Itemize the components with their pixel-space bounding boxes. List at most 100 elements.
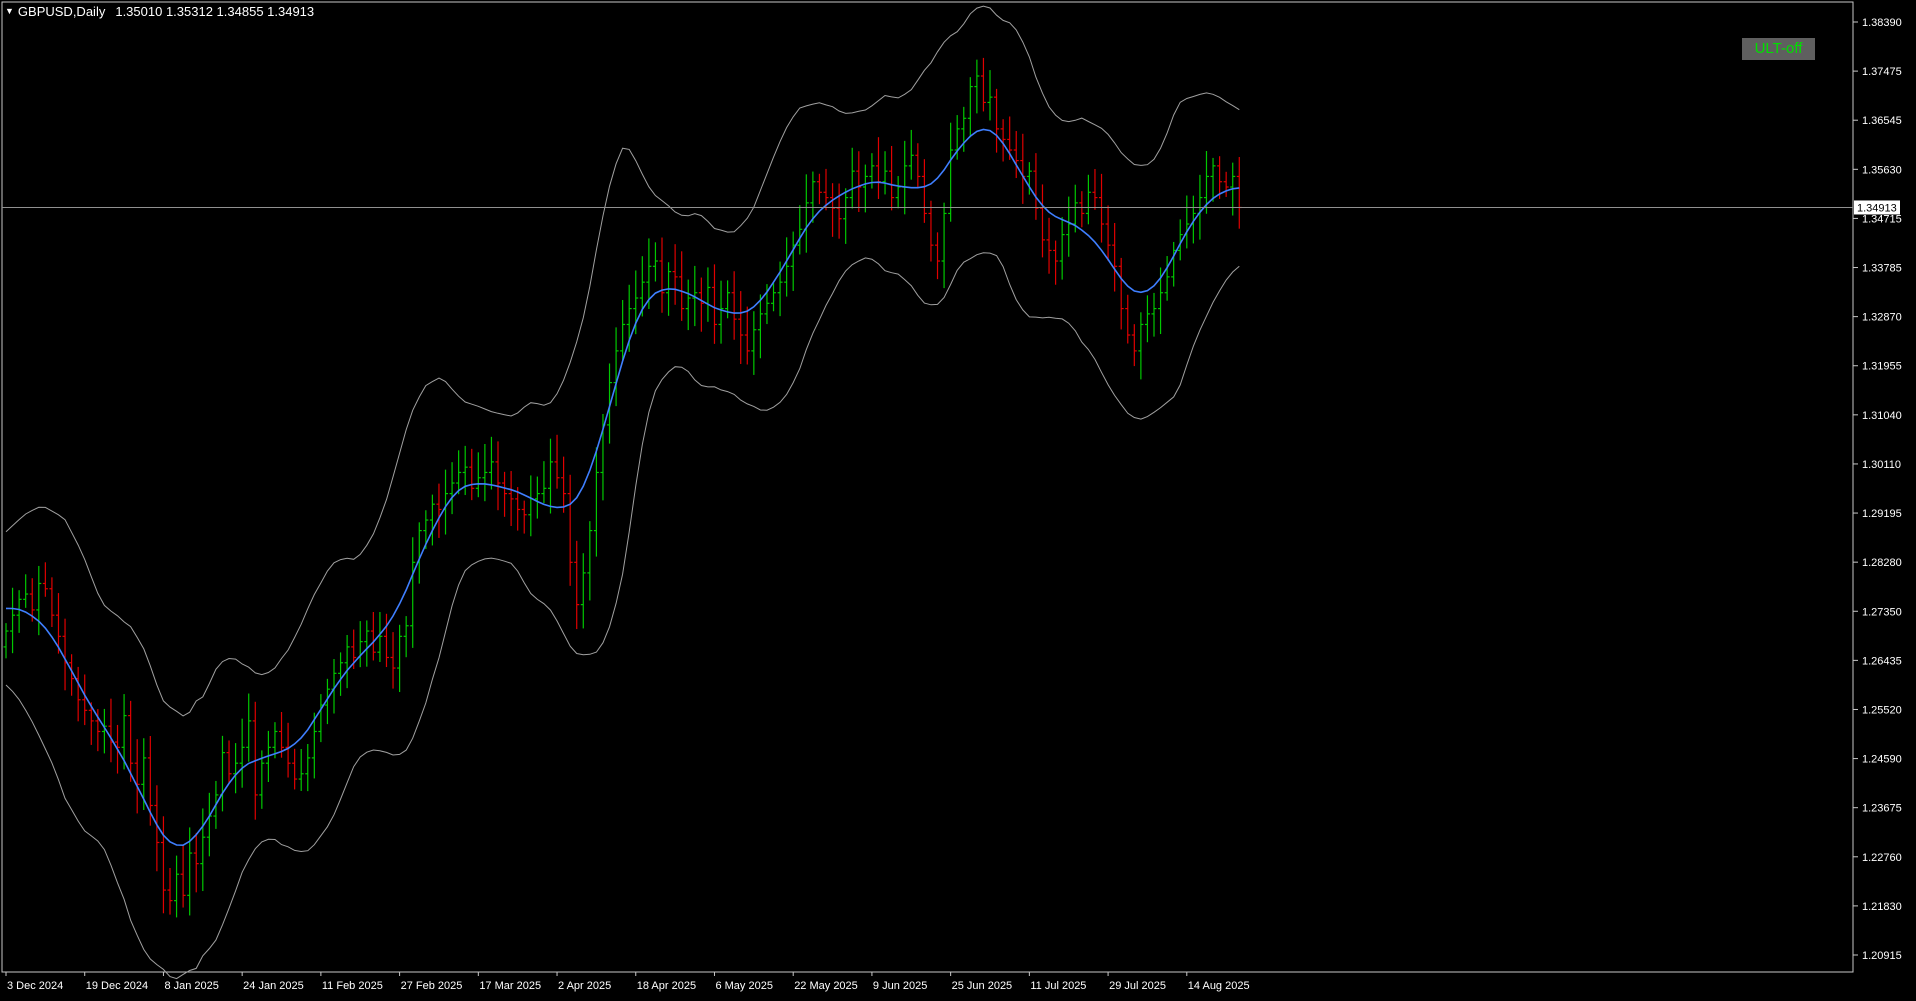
- ohlc-bar: [160, 816, 166, 914]
- ohlc-bar: [364, 620, 370, 667]
- ohlc-bar: [469, 448, 475, 501]
- ohlc-bar: [679, 251, 685, 321]
- ohlc-bar: [1131, 324, 1137, 367]
- ohlc-bar: [42, 562, 48, 597]
- ohlc-bar: [1039, 184, 1045, 258]
- ult-toggle-button[interactable]: ULT-off: [1742, 38, 1815, 60]
- ohlc-bar: [1112, 222, 1118, 292]
- x-tick-label: 17 Mar 2025: [479, 980, 541, 992]
- ohlc-bar: [233, 743, 239, 794]
- ohlc-bar: [843, 188, 849, 244]
- y-tick-label: 1.26435: [1862, 655, 1902, 667]
- ohlc-bar: [705, 267, 711, 322]
- ohlc-bar: [1105, 205, 1111, 261]
- x-tick-label: 29 Jul 2025: [1109, 980, 1166, 992]
- ohlc-bar: [587, 521, 593, 601]
- y-tick-label: 1.34715: [1862, 213, 1902, 225]
- midline: [5, 128, 1240, 847]
- ohlc-bar: [1184, 195, 1190, 249]
- y-tick-label: 1.33785: [1862, 263, 1902, 275]
- ohlc-bar: [23, 574, 29, 608]
- ohlc-bar: [895, 176, 901, 209]
- ohlc-bar: [1092, 169, 1098, 210]
- ohlc-bar: [1046, 217, 1052, 274]
- x-tick-label: 25 Jun 2025: [952, 980, 1013, 992]
- ohlc-bar: [3, 623, 9, 659]
- ohlc-bar: [1164, 256, 1170, 301]
- ohlc-bar: [344, 635, 350, 689]
- ohlc-bar: [174, 855, 180, 918]
- ohlc-bar: [771, 283, 777, 312]
- ohlc-bar: [410, 537, 416, 648]
- ohlc-bar: [856, 151, 862, 213]
- ohlc-bar: [1013, 131, 1019, 179]
- ohlc-bar: [797, 205, 803, 255]
- ohlc-bar: [456, 450, 462, 495]
- ohlc-bar: [357, 621, 363, 668]
- ohlc-bar: [292, 748, 298, 790]
- ohlc-bar: [528, 475, 534, 537]
- x-tick-label: 24 Jan 2025: [243, 980, 304, 992]
- ohlc-bar: [541, 461, 547, 504]
- ohlc-bar: [397, 624, 403, 693]
- ohlc-bar: [921, 159, 927, 223]
- y-tick-label: 1.36545: [1862, 115, 1902, 127]
- ohlc-bar: [285, 722, 291, 778]
- x-tick-label: 11 Feb 2025: [322, 980, 383, 992]
- current-price-label: 1.34913: [1857, 202, 1897, 214]
- ohlc-bar: [488, 436, 494, 490]
- ohlc-bar: [1125, 294, 1131, 344]
- ohlc-bar: [790, 231, 796, 291]
- y-tick-label: 1.31040: [1862, 410, 1902, 422]
- y-tick-label: 1.29195: [1862, 508, 1902, 520]
- chart-area[interactable]: 1.38390 1.37475 1.36545 1.35630 1.34715 1.337…: [0, 0, 1916, 996]
- ohlc-bar: [370, 612, 376, 661]
- ohlc-bar: [521, 500, 527, 534]
- price-chart[interactable]: 1.38390 1.37475 1.36545 1.35630 1.34715 1.337…: [0, 0, 1916, 996]
- ohlc-bar: [987, 70, 993, 121]
- ohlc-bar: [561, 456, 567, 513]
- y-tick-label: 1.27350: [1862, 606, 1902, 618]
- ohlc-bar: [1020, 133, 1026, 204]
- ohlc-bar: [534, 476, 540, 519]
- ohlc-bar: [16, 590, 22, 633]
- x-tick-label: 14 Aug 2025: [1188, 980, 1250, 992]
- ohlc-bar: [1138, 312, 1144, 380]
- ohlc-bar: [49, 577, 55, 628]
- ohlc-bar: [1085, 174, 1091, 225]
- y-tick-label: 1.20915: [1862, 950, 1902, 962]
- x-tick-label: 19 Dec 2024: [86, 980, 148, 992]
- ohlc-bar: [180, 845, 186, 908]
- ohlc-bar: [751, 311, 757, 375]
- ohlc-bar: [246, 693, 252, 762]
- ohlc-bar: [416, 522, 422, 584]
- ohlc-bar: [1171, 241, 1177, 287]
- ohlc-bar: [1059, 217, 1065, 280]
- x-tick-label: 18 Apr 2025: [637, 980, 696, 992]
- ohlc-bar: [941, 202, 947, 289]
- ohlc-bar: [449, 462, 455, 515]
- ohlc-bar: [862, 164, 868, 213]
- chart-title: ▼ GBPUSD,Daily 1.35010 1.35312 1.34855 1…: [5, 4, 314, 19]
- x-tick-label: 8 Jan 2025: [164, 980, 218, 992]
- ohlc-bar: [75, 666, 81, 722]
- ohlc-bar: [338, 652, 344, 696]
- ohlc-bar: [1210, 157, 1216, 202]
- ohlc-values: 1.35010 1.35312 1.34855 1.34913: [115, 4, 315, 19]
- ohlc-bar: [974, 59, 980, 114]
- ohlc-bar: [502, 471, 508, 517]
- ohlc-bar: [1223, 171, 1229, 197]
- ohlc-bar: [698, 277, 704, 332]
- ohlc-bar: [738, 291, 744, 364]
- symbol-timeframe: GBPUSD,Daily: [17, 4, 106, 19]
- ohlc-bar: [915, 143, 921, 188]
- x-tick-label: 2 Apr 2025: [558, 980, 611, 992]
- ohlc-bar: [836, 183, 842, 239]
- ohlc-bar: [1118, 257, 1124, 330]
- ohlc-bar: [554, 434, 560, 489]
- ohlc-bar: [436, 483, 442, 538]
- ohlc-bar: [994, 88, 1000, 153]
- ohlc-bar: [508, 471, 514, 526]
- ohlc-bar: [744, 306, 750, 365]
- dropdown-arrow-icon[interactable]: ▼: [5, 7, 14, 16]
